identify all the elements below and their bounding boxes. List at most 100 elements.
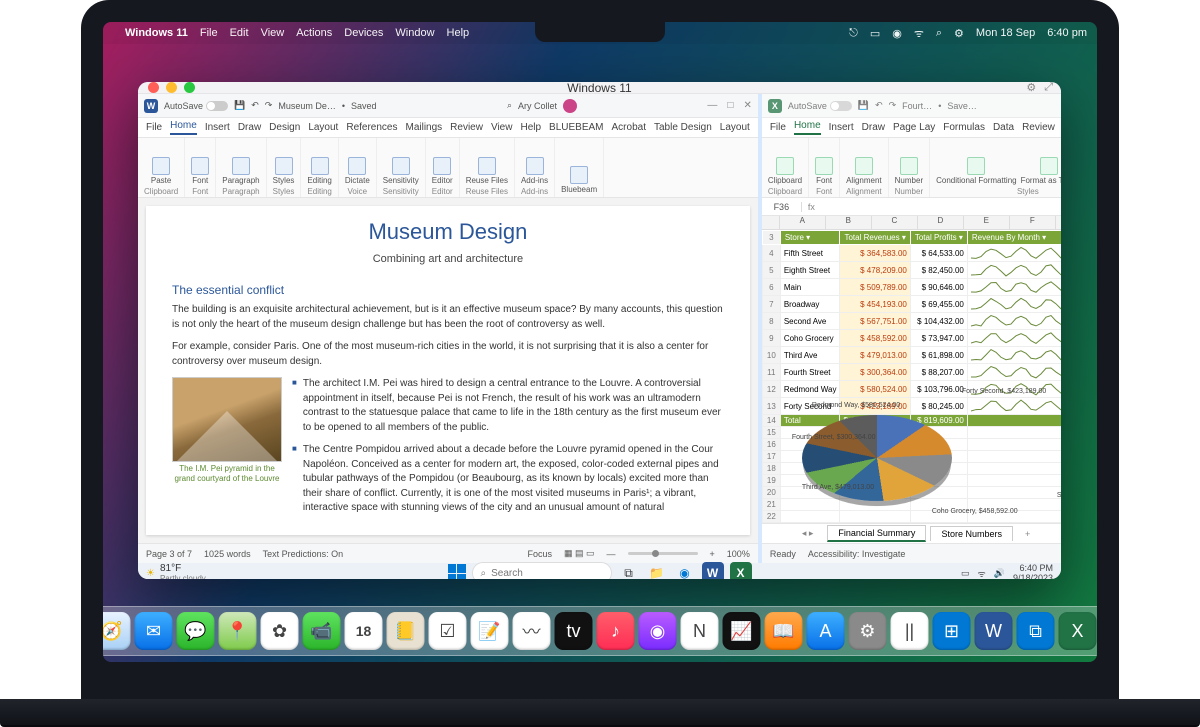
menubar-menu[interactable]: Help (447, 27, 470, 39)
dock-calendar-icon[interactable]: 18 (345, 612, 383, 650)
taskbar-time[interactable]: 6:40 PM (1013, 563, 1053, 573)
table-row[interactable]: 4Fifth Street $ 364,583.00$ 64,533.00 (762, 245, 1061, 262)
ribbon-button[interactable]: Editing (307, 157, 331, 185)
taskbar-network-icon[interactable]: ᯤ (978, 567, 986, 580)
ribbon-tab[interactable]: Table Design (654, 122, 712, 133)
menubar-control-center-icon[interactable]: ⚙ (954, 27, 964, 40)
col-header[interactable]: F (1010, 216, 1056, 229)
task-view-icon[interactable]: ⧉ (618, 562, 640, 579)
word-search-icon[interactable]: ⌕ (507, 100, 512, 111)
word-undo-icon[interactable]: ↶ (251, 100, 259, 111)
close-button[interactable] (148, 82, 159, 93)
table-row[interactable]: 6Main $ 509,789.00$ 90,646.00 (762, 279, 1061, 296)
menubar-time[interactable]: 6:40 pm (1047, 27, 1087, 39)
table-row[interactable]: 5Eighth Street $ 478,209.00$ 82,450.00 (762, 262, 1061, 279)
ribbon-tab[interactable]: File (146, 122, 162, 133)
menubar-menu[interactable]: Edit (230, 27, 249, 39)
ribbon-button[interactable]: Alignment (846, 157, 882, 185)
ribbon-tab[interactable]: Review (1022, 122, 1055, 133)
ribbon-tab[interactable]: Draw (238, 122, 261, 133)
word-autosave-toggle[interactable] (206, 101, 228, 111)
dock-windows-icon[interactable]: ⊞ (933, 612, 971, 650)
dock-excel-icon[interactable]: X (1059, 612, 1097, 650)
ribbon-tab[interactable]: Layout (720, 122, 750, 133)
vm-titlebar[interactable]: Windows 11 ⚙ ⤢ (138, 82, 1061, 94)
table-row[interactable]: 7Broadway $ 454,193.00$ 69,455.00 (762, 296, 1061, 313)
excel-save-icon[interactable]: 💾 (858, 100, 869, 111)
table-row[interactable]: 8Second Ave $ 567,751.00$ 104,432.00 (762, 313, 1061, 330)
ribbon-button[interactable]: Font (191, 157, 209, 185)
col-header[interactable]: G (1056, 216, 1061, 229)
excel-formula-bar[interactable]: F36 fx (762, 198, 1061, 216)
dock-music-icon[interactable]: ♪ (597, 612, 635, 650)
table-header[interactable]: Total Revenues ▾ (840, 231, 910, 245)
start-button[interactable] (448, 564, 466, 579)
ribbon-tab[interactable]: Page Lay (893, 122, 935, 133)
ribbon-tab[interactable]: Insert (205, 122, 230, 133)
sheet-add-button[interactable]: + (1017, 529, 1038, 539)
dock-vscode-icon[interactable]: ⧉ (1017, 612, 1055, 650)
taskbar-word-icon[interactable]: W (702, 562, 724, 579)
menubar-menu[interactable]: File (200, 27, 218, 39)
dock-stocks-icon[interactable]: 📈 (723, 612, 761, 650)
menubar-app-name[interactable]: Windows 11 (125, 27, 188, 39)
table-row[interactable]: 10Third Ave $ 479,013.00$ 61,898.00 (762, 347, 1061, 364)
ribbon-button[interactable]: Font (815, 157, 833, 185)
explorer-icon[interactable]: 📁 (646, 562, 668, 579)
menubar-date[interactable]: Mon 18 Sep (976, 27, 1035, 39)
ribbon-tab[interactable]: Mailings (405, 122, 442, 133)
dock-photos-icon[interactable]: ✿ (261, 612, 299, 650)
taskbar-date[interactable]: 9/18/2023 (1013, 573, 1053, 579)
dock-news-icon[interactable]: N (681, 612, 719, 650)
menubar-display-icon[interactable]: ▭ (870, 27, 880, 40)
menubar-camera-icon[interactable]: ◉ (892, 27, 902, 40)
col-header[interactable]: B (826, 216, 872, 229)
sheet-tab-store-numbers[interactable]: Store Numbers (930, 526, 1013, 541)
ribbon-tab[interactable]: Home (170, 120, 197, 135)
excel-autosave-toggle[interactable] (830, 101, 852, 111)
table-row[interactable]: 11Fourth Street $ 300,364.00$ 88,207.00 (762, 364, 1061, 381)
ribbon-button[interactable]: Sensitivity (383, 157, 419, 185)
col-header[interactable]: A (780, 216, 826, 229)
dock-reminders-icon[interactable]: ☑ (429, 612, 467, 650)
word-view-icons[interactable]: ▦ ▤ ▭ (564, 548, 595, 559)
word-page-indicator[interactable]: Page 3 of 7 (146, 549, 192, 559)
taskbar-weather[interactable]: ☀ 81°F Partly cloudy (146, 563, 206, 579)
dock-books-icon[interactable]: 📖 (765, 612, 803, 650)
dock-podcasts-icon[interactable]: ◉ (639, 612, 677, 650)
excel-fx-icon[interactable]: fx (802, 202, 821, 212)
ribbon-tab[interactable]: Formulas (943, 122, 985, 133)
word-maximize-icon[interactable]: □ (727, 100, 733, 111)
taskbar-volume-icon[interactable]: 🔊 (994, 568, 1005, 579)
col-header[interactable]: D (918, 216, 964, 229)
dock-tv-icon[interactable]: tv (555, 612, 593, 650)
col-header[interactable]: C (872, 216, 918, 229)
ribbon-tab[interactable]: References (346, 122, 397, 133)
ribbon-tab[interactable]: Help (520, 122, 541, 133)
menubar-search-icon[interactable]: ⌕ (936, 27, 942, 40)
dock-appstore-icon[interactable]: A (807, 612, 845, 650)
ribbon-tab[interactable]: Insert (829, 122, 854, 133)
taskbar-excel-icon[interactable]: X (730, 562, 752, 579)
excel-pie-chart[interactable]: Forty Second, $423,189.00Fifth Street, $… (802, 388, 1061, 523)
sheet-tab-financial-summary[interactable]: Financial Summary (827, 525, 926, 542)
ribbon-tab[interactable]: Acrobat (612, 122, 646, 133)
table-header[interactable]: Revenue By Month ▾ (967, 231, 1061, 245)
dock-settings-icon[interactable]: ⚙ (849, 612, 887, 650)
ribbon-button[interactable]: Clipboard (768, 157, 802, 185)
table-header[interactable]: Total Profits ▾ (910, 231, 967, 245)
word-close-icon[interactable]: ✕ (743, 100, 751, 111)
sheet-nav-next[interactable]: ▸ (809, 528, 814, 538)
excel-name-box[interactable]: F36 (762, 202, 802, 212)
dock-mail-icon[interactable]: ✉ (135, 612, 173, 650)
ribbon-button[interactable]: Format as Table (1021, 157, 1061, 185)
minimize-button[interactable] (166, 82, 177, 93)
ribbon-button[interactable]: Conditional Formatting (936, 157, 1016, 185)
ribbon-button[interactable]: Dictate (345, 157, 370, 185)
dock-word-icon[interactable]: W (975, 612, 1013, 650)
sheet-nav-prev[interactable]: ◂ (802, 528, 807, 538)
ribbon-button[interactable]: Reuse Files (466, 157, 508, 185)
menubar-menu[interactable]: Devices (344, 27, 383, 39)
word-focus-button[interactable]: Focus (528, 549, 553, 559)
menubar-menu[interactable]: Window (395, 27, 434, 39)
